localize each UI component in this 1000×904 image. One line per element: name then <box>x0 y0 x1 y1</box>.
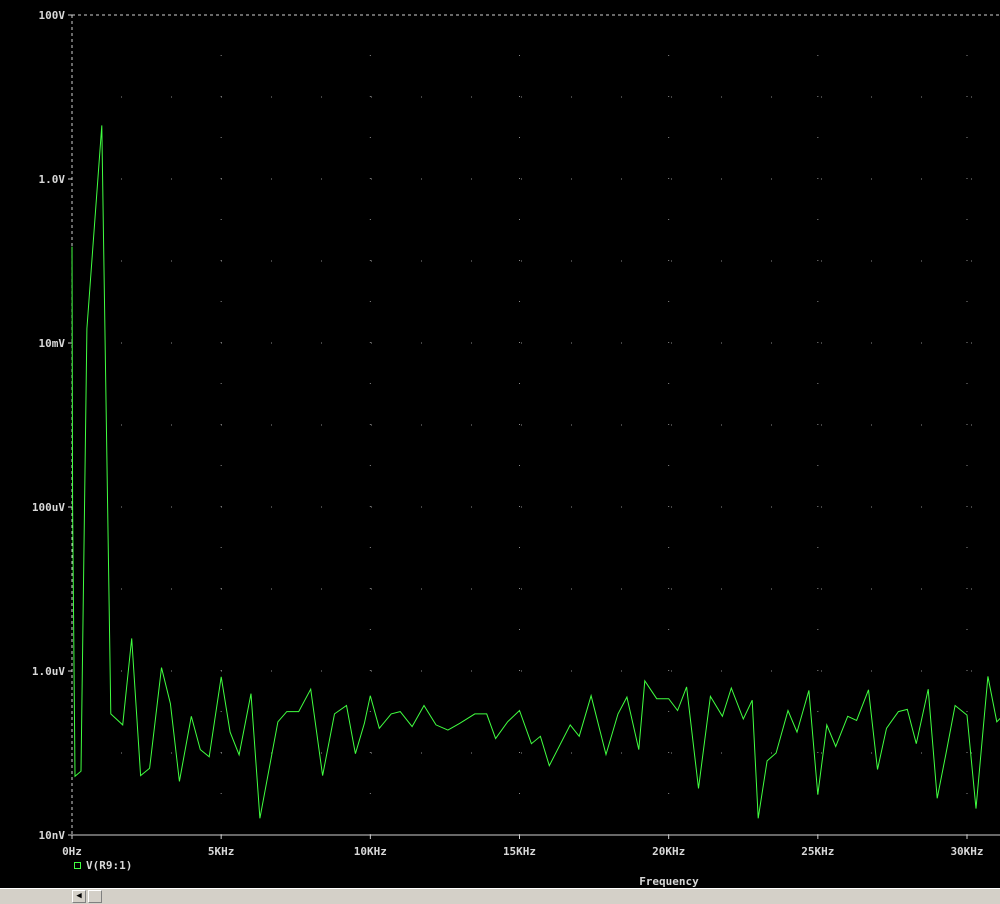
y-tick-label: 1.0uV <box>32 665 65 678</box>
axes <box>71 14 1000 836</box>
y-tick-label: 10mV <box>39 337 66 350</box>
x-tick-label: 0Hz <box>62 845 82 858</box>
x-axis-label: Frequency <box>639 875 699 888</box>
x-tick-label: 20KHz <box>652 845 685 858</box>
x-tick-label: 5KHz <box>208 845 235 858</box>
y-axis-ticks: 100V 1.0V 10mV 100uV 1.0uV 10nV <box>32 9 72 842</box>
grid <box>72 15 1000 835</box>
y-tick-label: 100V <box>39 9 66 22</box>
legend-marker <box>74 862 81 869</box>
x-tick-label: 30KHz <box>950 845 983 858</box>
x-tick-label: 25KHz <box>801 845 834 858</box>
x-tick-label: 10KHz <box>354 845 387 858</box>
scroll-thumb[interactable] <box>88 890 102 903</box>
horizontal-scrollbar[interactable]: ◀ <box>0 888 1000 904</box>
x-axis-ticks: 0Hz 5KHz 10KHz 15KHz 20KHz 25KHz 30KHz <box>62 835 984 858</box>
series-line-v-r9-1 <box>71 125 1000 819</box>
x-tick-label: 15KHz <box>503 845 536 858</box>
y-tick-label: 1.0V <box>39 173 66 186</box>
y-tick-label: 10nV <box>39 829 66 842</box>
y-tick-label: 100uV <box>32 501 65 514</box>
scroll-left-arrow-icon[interactable]: ◀ <box>72 890 86 903</box>
legend: V(R9:1) <box>74 859 132 872</box>
legend-label: V(R9:1) <box>86 859 133 872</box>
plot-area: 100V 1.0V 10mV 100uV 1.0uV 10nV 0Hz 5KHz 10KHz 1… <box>32 9 1000 888</box>
